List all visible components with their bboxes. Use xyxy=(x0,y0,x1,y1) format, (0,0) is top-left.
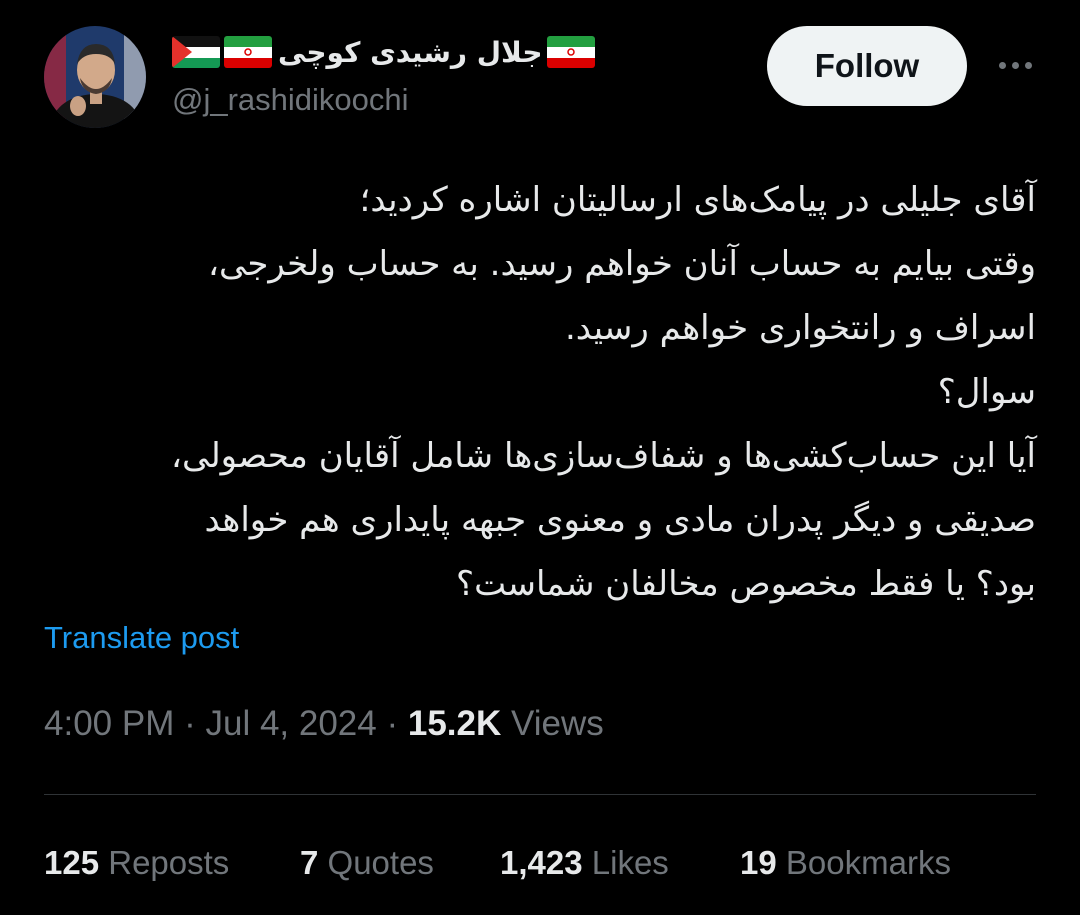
avatar[interactable] xyxy=(44,26,146,128)
translate-post-link[interactable]: Translate post xyxy=(44,620,239,656)
quotes-label: Quotes xyxy=(327,844,434,881)
likes-label: Likes xyxy=(591,844,669,881)
tweet-line: بود؟ یا فقط مخصوص مخالفان شماست؟ xyxy=(456,564,1036,604)
bookmarks-stat[interactable]: 19 Bookmarks xyxy=(740,844,951,882)
post-time[interactable]: 4:00 PM xyxy=(44,704,174,743)
tweet-line: اسراف و رانتخواری خواهم رسید. xyxy=(564,308,1036,348)
tweet-line: وقتی بیایم به حساب آنان خواهم رسید. به ح… xyxy=(208,244,1036,284)
bookmarks-count: 19 xyxy=(740,844,777,881)
likes-count: 1,423 xyxy=(500,844,583,881)
meta-separator: · xyxy=(184,704,196,743)
follow-button[interactable]: Follow xyxy=(767,26,967,106)
bookmarks-label: Bookmarks xyxy=(785,844,951,881)
tweet-meta: 4:00 PM · Jul 4, 2024 · 15.2K Views xyxy=(44,704,604,744)
iran-flag-icon xyxy=(546,36,595,68)
views-label: Views xyxy=(511,704,604,743)
palestine-flag-icon xyxy=(172,36,220,68)
reposts-label: Reposts xyxy=(108,844,230,881)
meta-separator: · xyxy=(386,704,399,743)
views-count: 15.2K xyxy=(407,704,502,743)
tweet-line: آیا این حساب‌کشی‌ها و شفاف‌سازی‌ها شامل … xyxy=(171,436,1036,476)
author-handle[interactable]: @j_rashidikoochi xyxy=(172,82,409,118)
quotes-count: 7 xyxy=(300,844,319,881)
reposts-count: 125 xyxy=(44,844,100,881)
more-dots-icon[interactable] xyxy=(990,50,1040,80)
author-name-row[interactable]: جلال رشیدی کوچی xyxy=(172,30,599,74)
post-date[interactable]: Jul 4, 2024 xyxy=(205,704,376,743)
likes-stat[interactable]: 1,423 Likes xyxy=(500,844,669,882)
divider xyxy=(44,794,1036,795)
tweet-line: صدیقی و دیگر پدران مادی و معنوی جبهه پای… xyxy=(204,500,1036,540)
tweet-line: آقای جلیلی در پیامک‌های ارسالیتان اشاره … xyxy=(359,180,1036,220)
iran-flag-icon xyxy=(224,36,272,68)
reposts-stat[interactable]: 125 Reposts xyxy=(44,844,229,882)
tweet-text: آقای جلیلی در پیامک‌های ارسالیتان اشاره … xyxy=(44,168,1036,616)
tweet-line: سوال؟ xyxy=(937,372,1036,412)
quotes-stat[interactable]: 7 Quotes xyxy=(300,844,434,882)
author-display-name[interactable]: جلال رشیدی کوچی xyxy=(278,36,543,69)
